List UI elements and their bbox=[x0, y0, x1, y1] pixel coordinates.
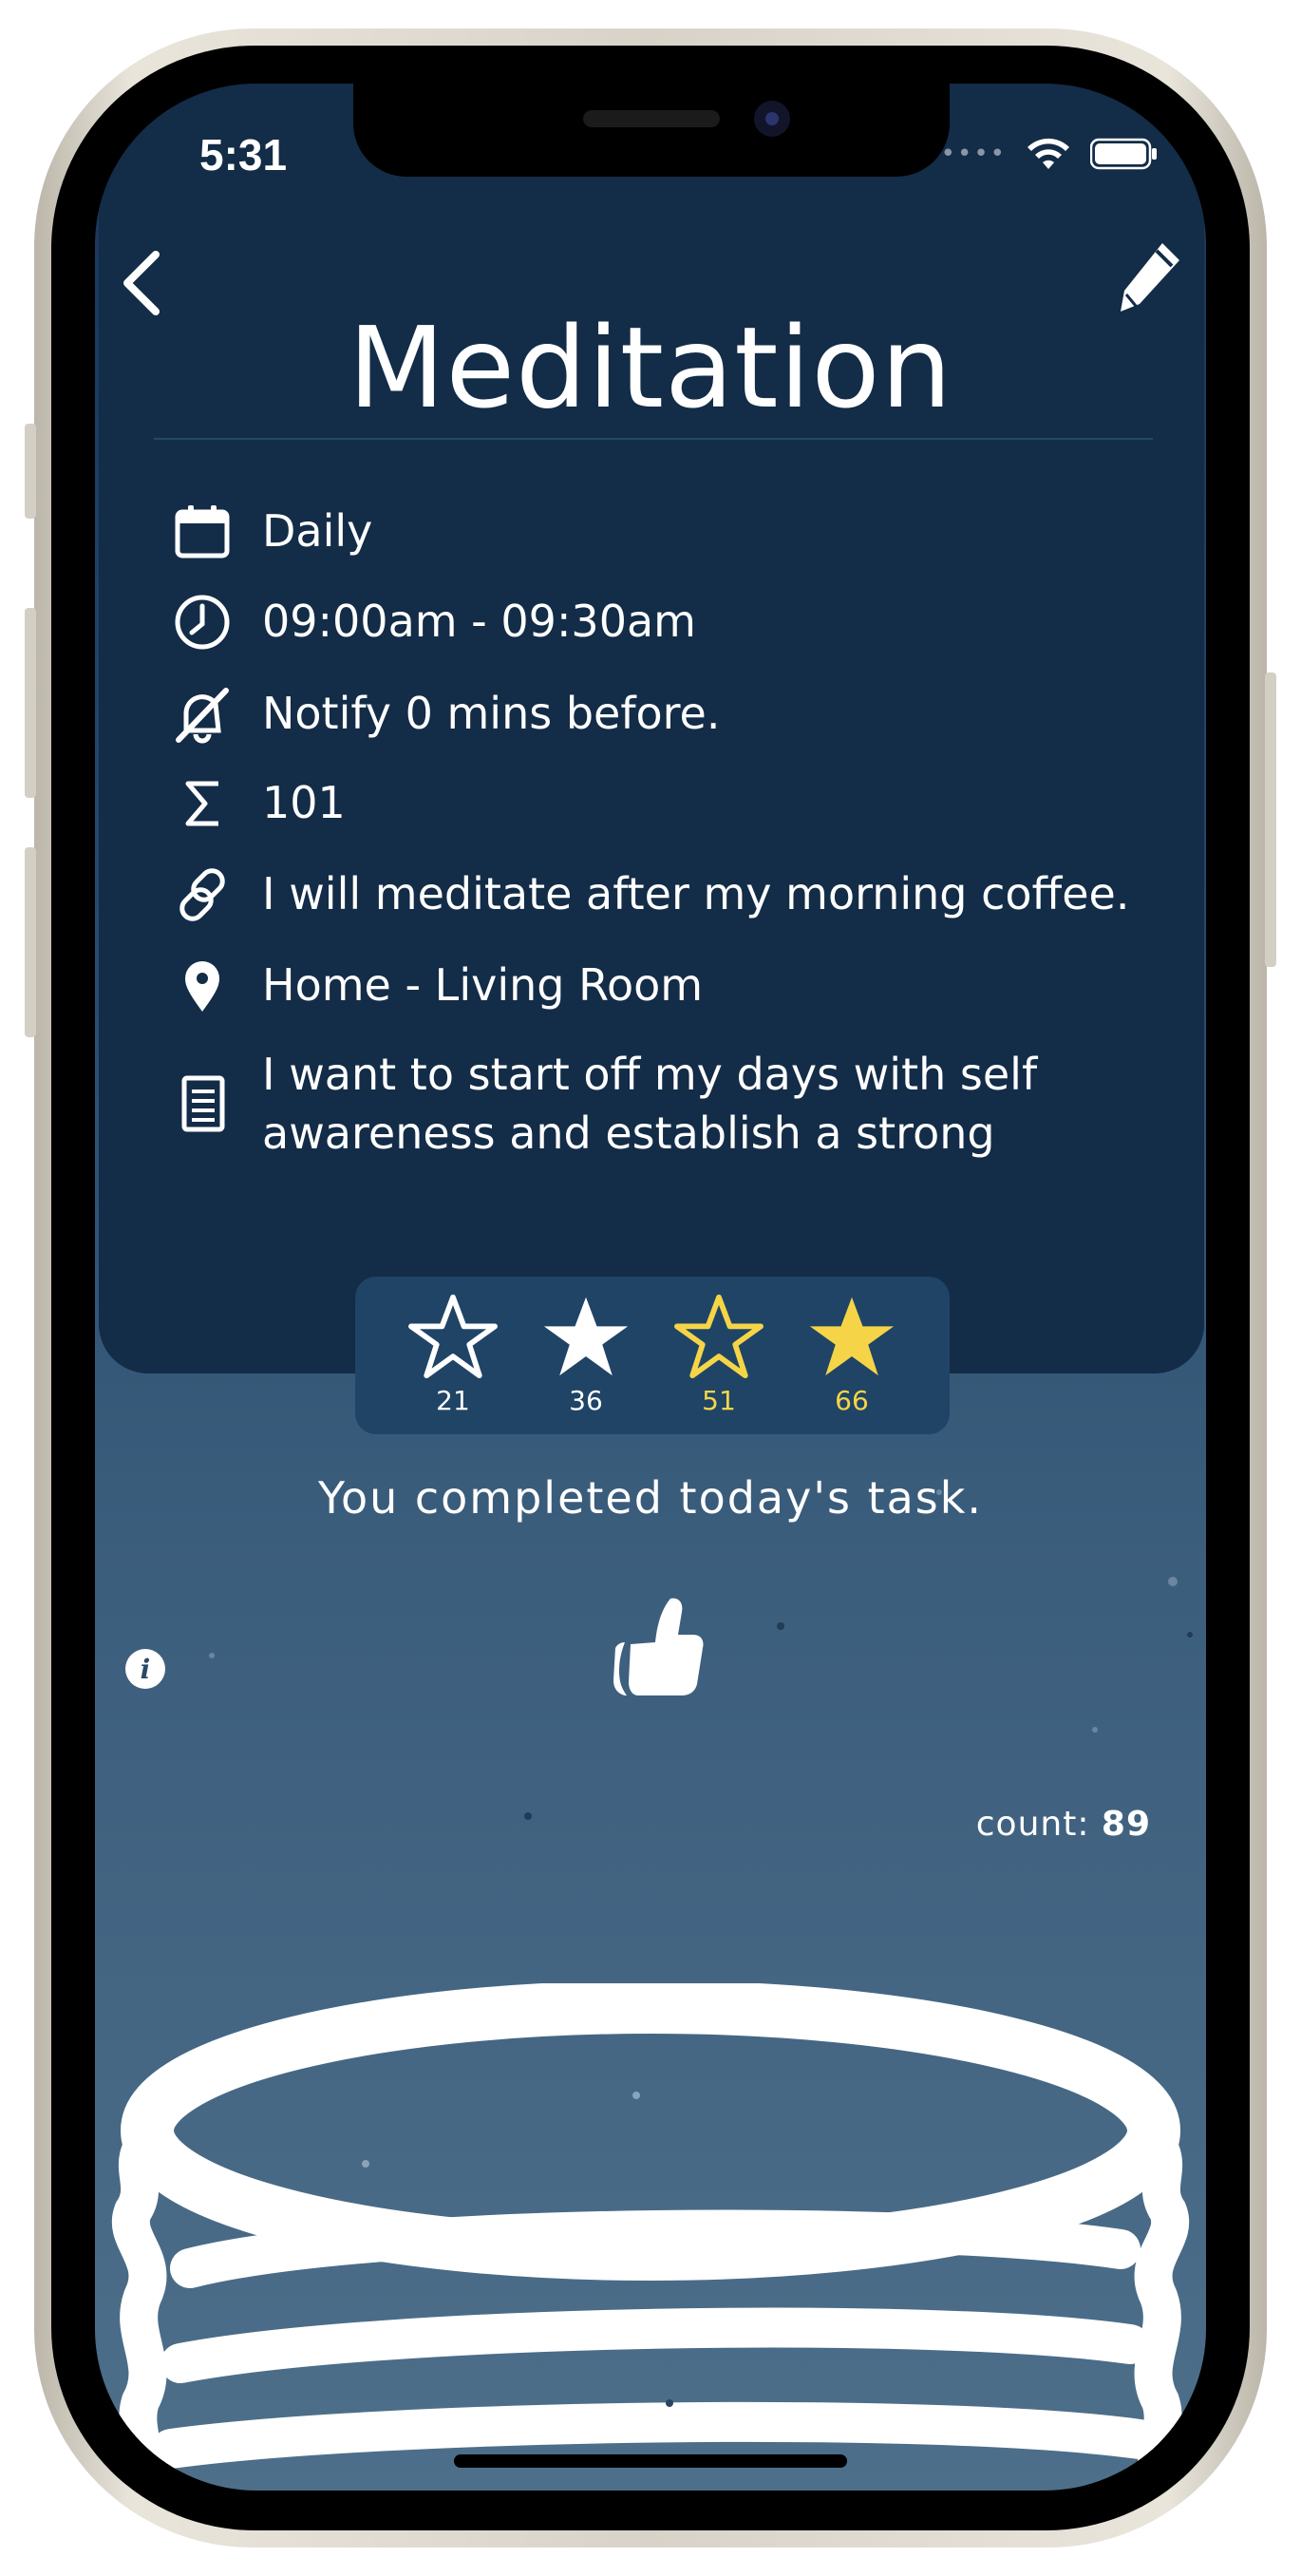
status-time: 5:31 bbox=[199, 130, 288, 180]
clock-icon bbox=[173, 592, 243, 653]
star-milestone[interactable]: 66 bbox=[806, 1277, 897, 1434]
background-speck bbox=[1168, 1577, 1178, 1586]
detail-text: Home - Living Room bbox=[262, 959, 704, 1011]
info-icon: i bbox=[140, 1653, 151, 1685]
detail-text: Notify 0 mins before. bbox=[262, 688, 721, 739]
home-indicator[interactable] bbox=[454, 2454, 847, 2468]
star-rating-panel: 21 36 51 66 bbox=[355, 1277, 950, 1434]
background-speck bbox=[777, 1622, 784, 1630]
detail-row-notify: Notify 0 mins before. bbox=[173, 684, 1136, 745]
detail-row-total: 101 bbox=[173, 773, 1136, 834]
star-milestone[interactable]: 21 bbox=[407, 1277, 499, 1434]
wifi-icon bbox=[1028, 138, 1069, 169]
link-icon bbox=[173, 864, 243, 925]
star-filled-icon bbox=[543, 1297, 629, 1376]
notch bbox=[353, 84, 950, 177]
thumbs-up-button[interactable] bbox=[596, 1589, 710, 1703]
info-button[interactable]: i bbox=[125, 1649, 165, 1689]
star-milestone[interactable]: 36 bbox=[540, 1277, 632, 1434]
location-pin-icon bbox=[173, 956, 243, 1016]
detail-text: I want to start off my days with self aw… bbox=[262, 1049, 1038, 1159]
note-icon bbox=[173, 1045, 243, 1163]
count-value: 89 bbox=[1101, 1805, 1151, 1844]
mute-switch bbox=[25, 424, 36, 519]
volume-down-button bbox=[25, 847, 36, 1037]
completion-message: You completed today's task. bbox=[317, 1472, 984, 1524]
star-filled-icon bbox=[809, 1297, 895, 1376]
cellular-signal-icon: •••• bbox=[940, 140, 1007, 168]
star-outline-icon bbox=[674, 1294, 764, 1379]
background-speck bbox=[1187, 1632, 1193, 1638]
star-label: 51 bbox=[702, 1385, 736, 1416]
detail-row-cue: I will meditate after my morning coffee. bbox=[173, 864, 1136, 925]
star-outline-icon bbox=[408, 1294, 498, 1379]
habit-title: Meditation bbox=[348, 302, 953, 433]
star-milestone[interactable]: 51 bbox=[673, 1277, 764, 1434]
sigma-icon bbox=[173, 773, 243, 834]
app-screen: 5:31 •••• Meditation Daily 09:00am - 09:… bbox=[95, 84, 1206, 2491]
background-speck bbox=[1092, 1727, 1098, 1733]
bell-off-icon bbox=[173, 684, 243, 745]
star-label: 21 bbox=[436, 1385, 470, 1416]
detail-row-location: Home - Living Room bbox=[173, 956, 1136, 1016]
detail-text: 101 bbox=[262, 777, 346, 828]
star-label: 36 bbox=[569, 1385, 603, 1416]
speaker bbox=[583, 110, 720, 127]
jar-illustration bbox=[111, 1983, 1190, 2491]
front-camera bbox=[754, 101, 790, 137]
star-label: 66 bbox=[835, 1385, 869, 1416]
background-speck bbox=[209, 1653, 215, 1658]
calendar-icon bbox=[173, 502, 243, 562]
count-label: count: bbox=[975, 1805, 1102, 1844]
detail-row-notes: I want to start off my days with self aw… bbox=[173, 1045, 1136, 1163]
thumbs-up-icon bbox=[613, 1598, 704, 1695]
background-speck bbox=[524, 1812, 532, 1820]
count-display: count: 89 bbox=[976, 1805, 1151, 1844]
status-icons: •••• bbox=[941, 137, 1159, 171]
detail-row-frequency: Daily bbox=[173, 502, 1136, 562]
power-button bbox=[1265, 672, 1276, 967]
detail-row-time: 09:00am - 09:30am bbox=[173, 592, 1136, 653]
volume-up-button bbox=[25, 608, 36, 798]
title-divider bbox=[154, 438, 1153, 440]
detail-text: Daily bbox=[262, 505, 373, 557]
background-speck bbox=[936, 1489, 942, 1495]
detail-text: 09:00am - 09:30am bbox=[262, 596, 696, 647]
battery-icon bbox=[1090, 138, 1157, 170]
detail-text: I will meditate after my morning coffee. bbox=[262, 868, 1130, 919]
